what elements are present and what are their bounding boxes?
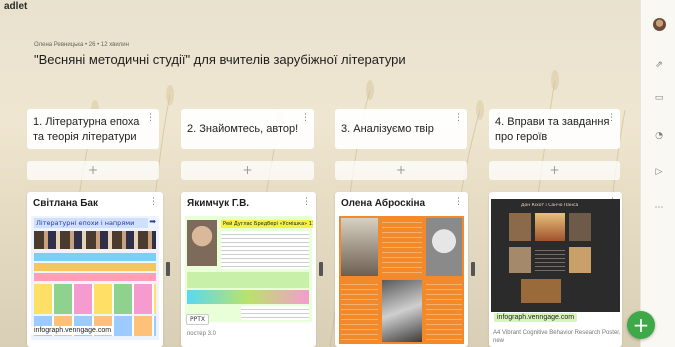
thumbnail-title: Літературні епохи і напрями — [34, 218, 148, 228]
avatar[interactable] — [653, 18, 666, 31]
text-block — [187, 272, 309, 288]
text-block — [535, 247, 565, 273]
illustration-image — [509, 247, 531, 273]
author-portrait — [426, 218, 462, 276]
column-title: 4. Вправи та завдання про героїв — [495, 116, 610, 143]
era-band-3 — [34, 273, 156, 281]
thumbnail-title: Рей Дуглас Бредбері «Усмішка» 11/03 — [221, 220, 313, 228]
scroll-handle[interactable] — [319, 262, 323, 276]
era-band-2 — [34, 263, 156, 271]
add-post-button[interactable]: + — [181, 161, 314, 180]
illustration-image — [521, 279, 561, 303]
bell-icon[interactable]: ◔ — [654, 131, 664, 141]
illustration-image — [382, 280, 422, 342]
play-icon[interactable]: ▷ — [654, 167, 664, 177]
add-post-button[interactable]: + — [489, 161, 620, 180]
post-author: Якимчук Г.В. — [187, 198, 250, 209]
scroll-handle[interactable] — [471, 262, 475, 276]
post-author: Світлана Бак — [33, 198, 98, 209]
column-title: 3. Аналізуємо твір — [341, 123, 434, 135]
right-toolbar: ⇗ ▭ ◔ ▷ ⋯ — [640, 0, 675, 347]
column-menu-icon[interactable]: ⋮ — [607, 113, 616, 123]
post-link[interactable]: infograph.venngage.com — [494, 313, 578, 322]
post-card-4[interactable]: ⋮ Дон Кіхот і Санчо Панса infograph.venn… — [489, 192, 622, 347]
column-header-1[interactable]: 1. Літературна епоха та теорія літератур… — [27, 109, 159, 149]
share-icon[interactable]: ⇗ — [654, 60, 664, 70]
add-post-button[interactable]: + — [27, 161, 159, 180]
text-block — [341, 280, 378, 342]
column-title: 1. Літературна епоха та теорія літератур… — [33, 116, 140, 143]
post-caption: A4 Vibrant Cognitive Behavior Research P… — [493, 330, 621, 344]
post-thumbnail[interactable]: Дон Кіхот і Санчо Панса — [491, 199, 620, 312]
colored-strip — [187, 290, 309, 304]
post-menu-icon[interactable]: ⋮ — [302, 197, 311, 207]
post-author: Олена Аброскіна — [341, 198, 426, 209]
text-block — [426, 280, 462, 342]
board-title: "Весняні методичні студії" для вчителів … — [34, 52, 406, 67]
book-cover-image — [341, 218, 378, 276]
post-menu-icon[interactable]: ⋮ — [149, 197, 158, 207]
column-header-2[interactable]: 2. Знайомтесь, автор! ⋮ — [181, 109, 314, 149]
text-block — [382, 218, 422, 276]
illustration-image — [535, 213, 565, 241]
file-type-badge: PPTX — [186, 314, 210, 325]
column-title: 2. Знайомтесь, автор! — [187, 123, 299, 135]
text-block — [241, 306, 309, 320]
illustration-image — [569, 247, 591, 273]
column-menu-icon[interactable]: ⋮ — [301, 113, 310, 123]
portrait-row — [34, 231, 156, 249]
column-menu-icon[interactable]: ⋮ — [454, 113, 463, 123]
post-thumbnail[interactable]: Літературні епохи і напрями ➡ — [31, 216, 159, 340]
post-menu-icon[interactable]: ⋮ — [454, 197, 463, 207]
text-block — [221, 231, 309, 269]
post-thumbnail[interactable] — [339, 216, 464, 344]
thumbnail-title: Дон Кіхот і Санчо Панса — [521, 203, 579, 208]
padlet-logo-text[interactable]: adlet — [4, 1, 27, 12]
column-header-3[interactable]: 3. Аналізуємо твір ⋮ — [335, 109, 467, 149]
post-card-3[interactable]: Олена Аброскіна ⋮ — [335, 192, 468, 347]
column-menu-icon[interactable]: ⋮ — [146, 113, 155, 123]
add-post-button[interactable]: + — [335, 161, 467, 180]
post-card-1[interactable]: Світлана Бак ⋮ Літературні епохи і напря… — [27, 192, 163, 347]
column-header-4[interactable]: 4. Вправи та завдання про героїв ⋮ — [489, 109, 620, 149]
add-post-fab[interactable]: + — [627, 311, 655, 339]
more-icon[interactable]: ⋯ — [654, 203, 664, 213]
post-thumbnail[interactable]: Рей Дуглас Бредбері «Усмішка» 11/03 — [185, 216, 313, 322]
arrow-icon: ➡ — [149, 217, 156, 226]
era-band-1 — [34, 253, 156, 261]
illustration-image — [509, 213, 531, 241]
post-card-2[interactable]: Якимчук Г.В. ⋮ Рей Дуглас Бредбері «Усмі… — [181, 192, 316, 347]
author-portrait — [187, 220, 217, 266]
post-link[interactable]: infograph.venngage.com — [31, 326, 115, 335]
sections-icon[interactable]: ▭ — [654, 93, 664, 103]
illustration-image — [569, 213, 591, 241]
board-byline: Олена Ревницька • 26 • 12 хвилин — [34, 42, 129, 48]
post-caption: постер 3.0 — [187, 331, 216, 337]
era-box-grid — [34, 284, 156, 314]
scroll-handle[interactable] — [166, 262, 170, 276]
